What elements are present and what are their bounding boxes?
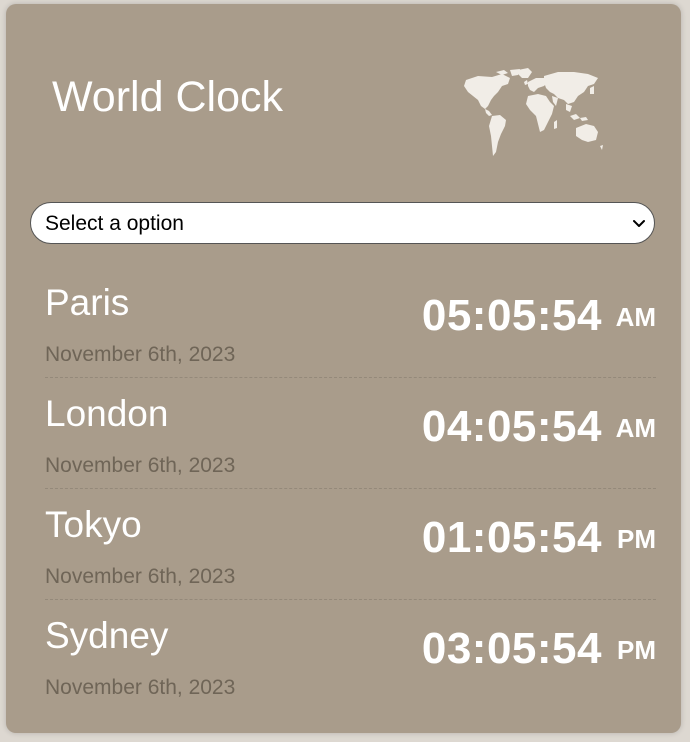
clock-row-tokyo: Tokyo November 6th, 2023 01:05:54 PM bbox=[45, 506, 656, 617]
row-divider bbox=[45, 488, 656, 489]
city-date: November 6th, 2023 bbox=[45, 676, 236, 699]
city-time: 05:05:54 bbox=[421, 291, 602, 340]
clock-row-london: London November 6th, 2023 04:05:54 AM bbox=[45, 395, 656, 506]
city-date: November 6th, 2023 bbox=[45, 454, 236, 477]
city-date: November 6th, 2023 bbox=[45, 343, 236, 366]
clock-row-paris: Paris November 6th, 2023 05:05:54 AM bbox=[45, 284, 656, 395]
city-name: Paris bbox=[45, 282, 130, 323]
city-time: 04:05:54 bbox=[421, 402, 602, 451]
chevron-down-icon bbox=[633, 220, 645, 227]
time-period: AM bbox=[615, 302, 656, 332]
city-date: November 6th, 2023 bbox=[45, 565, 236, 588]
world-map-icon bbox=[464, 68, 603, 156]
time-period: PM bbox=[617, 635, 656, 665]
city-select[interactable]: Select a option bbox=[30, 202, 655, 244]
row-divider bbox=[45, 599, 656, 600]
time-period: PM bbox=[617, 524, 656, 554]
city-name: London bbox=[45, 393, 169, 434]
clock-row-sydney: Sydney November 6th, 2023 03:05:54 PM bbox=[45, 617, 656, 728]
select-value: Select a option bbox=[45, 212, 184, 235]
row-divider bbox=[45, 377, 656, 378]
city-time: 03:05:54 bbox=[421, 624, 602, 673]
page-title: World Clock bbox=[52, 73, 283, 121]
time-period: AM bbox=[615, 413, 656, 443]
world-clock-card: World Clock Select a option Paris Novemb… bbox=[6, 4, 681, 733]
city-name: Sydney bbox=[45, 615, 169, 656]
city-name: Tokyo bbox=[45, 504, 142, 545]
city-time: 01:05:54 bbox=[421, 513, 602, 562]
